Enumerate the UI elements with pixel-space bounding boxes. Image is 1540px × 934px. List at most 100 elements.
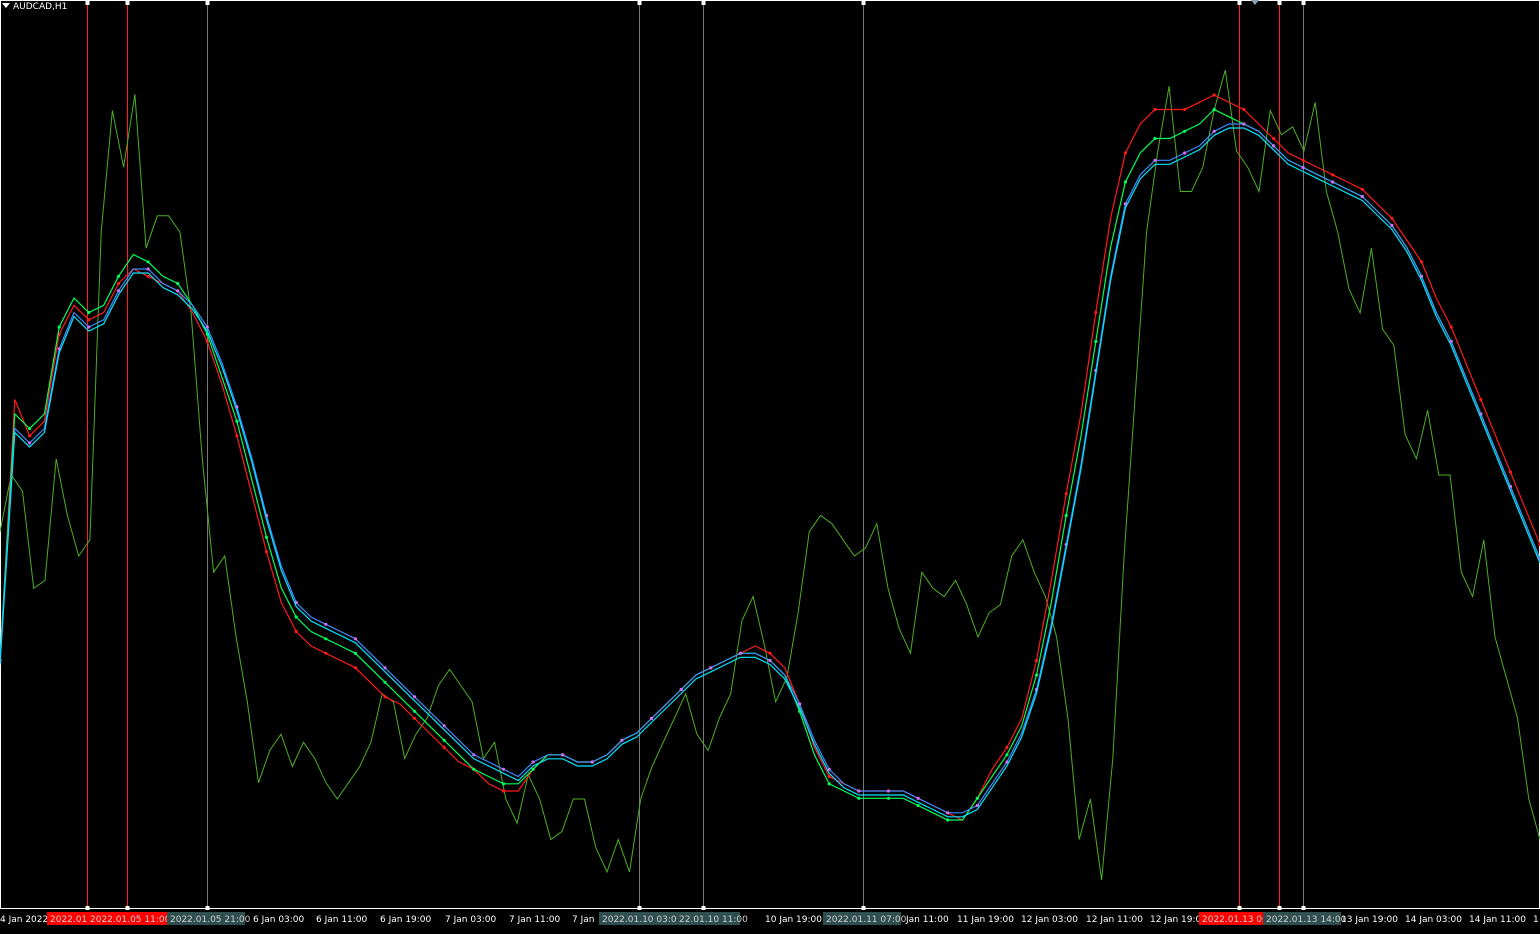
ma-point: [975, 796, 979, 800]
ma-point: [531, 767, 535, 771]
ma-point: [205, 339, 209, 344]
ma-point: [472, 767, 476, 771]
vline-handle[interactable]: [1277, 1, 1282, 5]
chevron-down-icon[interactable]: [2, 3, 10, 8]
ma-point: [1508, 470, 1512, 474]
ma-point: [1331, 173, 1335, 177]
ma-point: [176, 281, 180, 286]
ma-point: [264, 535, 269, 539]
ma-point: [1123, 180, 1127, 184]
x-tick-label: 6 Jan 19:00: [380, 915, 432, 925]
ma-point: [413, 695, 417, 699]
x-tick-label: 6 Jan 11:00: [316, 915, 368, 925]
x-tick-label: 1: [1533, 915, 1539, 925]
ma-point: [649, 716, 654, 721]
marker-time-label: 2022.01.05 11:00: [90, 915, 171, 925]
ma-point: [1242, 107, 1246, 112]
ma-point: [1034, 658, 1039, 663]
vline-handle[interactable]: [125, 906, 130, 910]
ma-point: [1034, 673, 1039, 677]
vline-handle[interactable]: [637, 906, 642, 910]
vline-handle[interactable]: [205, 1, 210, 5]
vline-handle[interactable]: [1277, 906, 1282, 910]
ma-point: [235, 434, 239, 438]
ma-point: [1331, 180, 1335, 184]
marker-time-label: 2022.01.: [50, 915, 90, 925]
x-tick-label: 7 Jan 11:00: [509, 915, 561, 925]
x-tick-label: 7 Jan: [572, 915, 594, 925]
ma-point: [916, 796, 920, 800]
ma-point: [768, 651, 772, 655]
ma-point: [324, 622, 328, 626]
ma-point: [620, 738, 624, 742]
vline-handle[interactable]: [701, 1, 706, 5]
ma-point: [116, 274, 121, 278]
ma-point: [353, 651, 357, 655]
ma-point: [205, 325, 209, 329]
x-tick-label: 10 Jan 19:00: [765, 915, 822, 925]
ma-point: [294, 615, 298, 619]
ma-point: [1212, 93, 1216, 97]
ma-point: [738, 651, 743, 655]
ma-point: [87, 318, 91, 322]
ma-point: [827, 774, 831, 779]
ma-point: [235, 419, 239, 423]
vline-handle[interactable]: [205, 906, 210, 910]
vline-handle[interactable]: [85, 906, 90, 910]
ma-point: [146, 274, 150, 278]
vline-handle[interactable]: [1237, 1, 1242, 5]
x-tick-label: 11 Jan 19:00: [957, 915, 1014, 925]
ma-point: [1390, 216, 1394, 220]
ma-point: [1301, 165, 1305, 170]
ma-point: [28, 426, 32, 431]
vline-handle[interactable]: [85, 1, 90, 5]
marker-time-label: 2022.01.13 14:00: [1266, 915, 1347, 925]
ma-point: [1094, 310, 1098, 315]
x-tick-label: 12 Jan 11:00: [1086, 915, 1143, 925]
ma-point: [442, 745, 446, 750]
ma-point: [87, 325, 91, 329]
ma-point: [28, 434, 32, 438]
symbol-label[interactable]: AUDCAD,H1: [2, 2, 67, 12]
ma-point: [501, 789, 506, 793]
ma-point: [1183, 151, 1187, 155]
moving-average-line: [0, 127, 1540, 818]
ma-point: [146, 267, 150, 271]
ma-point: [1449, 325, 1453, 329]
ma-point: [442, 724, 446, 728]
ma-point: [353, 637, 357, 641]
ma-point: [1479, 397, 1483, 402]
ma-point: [1183, 129, 1187, 133]
price-chart[interactable]: 4 Jan 2022 6 Jan 03:00 6 Jan 11:00 6 Jan 19…: [0, 0, 1540, 934]
x-tick-label: 14 Jan 03:00: [1405, 915, 1462, 925]
ma-point: [116, 289, 121, 293]
ma-point: [413, 716, 417, 721]
moving-average-line: [0, 108, 1540, 821]
ma-point: [886, 789, 891, 793]
ma-point: [857, 796, 861, 800]
vline-handle[interactable]: [125, 1, 130, 5]
chart-window[interactable]: 4 Jan 2022 6 Jan 03:00 6 Jan 11:00 6 Jan 19…: [0, 0, 1540, 934]
ma-point: [1123, 151, 1127, 155]
ma-point: [1360, 187, 1364, 191]
ma-point: [827, 782, 831, 786]
ma-point: [857, 789, 861, 793]
vline-handle[interactable]: [861, 1, 866, 5]
x-tick-label: Jan 11:00: [905, 915, 949, 925]
ma-point: [946, 818, 950, 822]
x-tick-label: 7 Jan 03:00: [445, 915, 497, 925]
ma-point: [561, 753, 565, 757]
ma-point: [768, 658, 772, 663]
symbol-text: AUDCAD,H1: [13, 2, 68, 12]
vline-handle[interactable]: [637, 1, 642, 5]
vline-handle[interactable]: [1301, 1, 1306, 5]
vline-handle[interactable]: [861, 906, 866, 910]
ma-point: [1153, 107, 1157, 112]
scroll-shift-marker[interactable]: [1251, 0, 1259, 5]
vline-handle[interactable]: [1301, 906, 1306, 910]
vline-handle[interactable]: [1237, 906, 1242, 910]
vline-handle[interactable]: [701, 906, 706, 910]
marker-time-label: 2022.01.10 03:00: [602, 915, 683, 925]
ma-point: [1360, 194, 1364, 199]
ma-point: [1271, 136, 1276, 141]
